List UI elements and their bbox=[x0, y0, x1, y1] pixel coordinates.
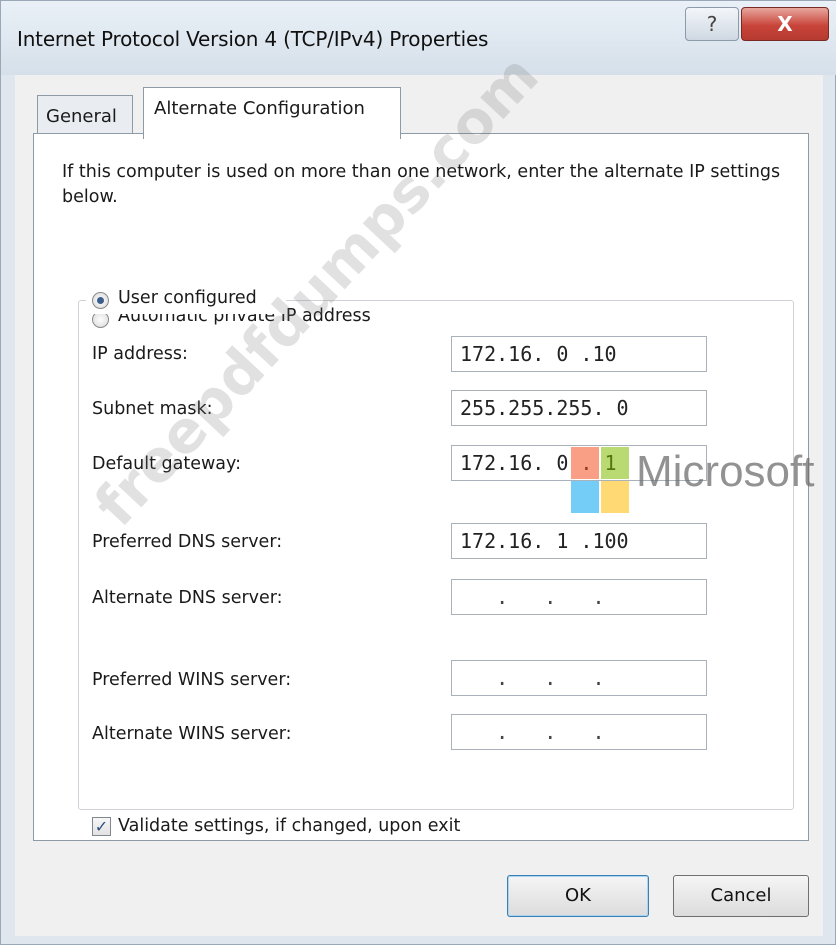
tab-alternate-configuration[interactable]: Alternate Configuration bbox=[143, 87, 401, 139]
radio-user-label: User configured bbox=[118, 288, 257, 308]
preferred-wins-label: Preferred WINS server: bbox=[92, 670, 292, 690]
ok-button[interactable]: OK bbox=[507, 875, 649, 917]
dialog-window: Internet Protocol Version 4 (TCP/IPv4) P… bbox=[0, 0, 836, 945]
help-button[interactable]: ? bbox=[685, 7, 739, 41]
subnet-mask-input[interactable]: 255.255.255. 0 bbox=[451, 390, 707, 426]
close-button[interactable]: X bbox=[741, 7, 829, 41]
validate-settings-label: Validate settings, if changed, upon exit bbox=[118, 816, 461, 836]
alternate-wins-input[interactable]: . . . bbox=[451, 714, 707, 750]
microsoft-logo-icon bbox=[571, 447, 631, 515]
validate-settings-checkbox[interactable]: ✓ bbox=[92, 817, 111, 836]
radio-user-configured[interactable] bbox=[92, 292, 109, 309]
tab-general[interactable]: General bbox=[37, 95, 133, 135]
alternate-wins-label: Alternate WINS server: bbox=[92, 724, 292, 744]
dialog-title: Internet Protocol Version 4 (TCP/IPv4) P… bbox=[17, 27, 489, 51]
cancel-button[interactable]: Cancel bbox=[673, 875, 809, 917]
title-bar[interactable]: Internet Protocol Version 4 (TCP/IPv4) P… bbox=[1, 1, 836, 75]
alternate-dns-label: Alternate DNS server: bbox=[92, 588, 283, 608]
preferred-dns-label: Preferred DNS server: bbox=[92, 532, 283, 552]
watermark-brand: Microsoft bbox=[636, 447, 815, 496]
preferred-wins-input[interactable]: . . . bbox=[451, 660, 707, 696]
preferred-dns-input[interactable]: 172.16. 1 .100 bbox=[451, 523, 707, 559]
ip-address-input[interactable]: 172.16. 0 .10 bbox=[451, 336, 707, 372]
alternate-dns-input[interactable]: . . . bbox=[451, 579, 707, 615]
ip-address-label: IP address: bbox=[92, 344, 188, 364]
